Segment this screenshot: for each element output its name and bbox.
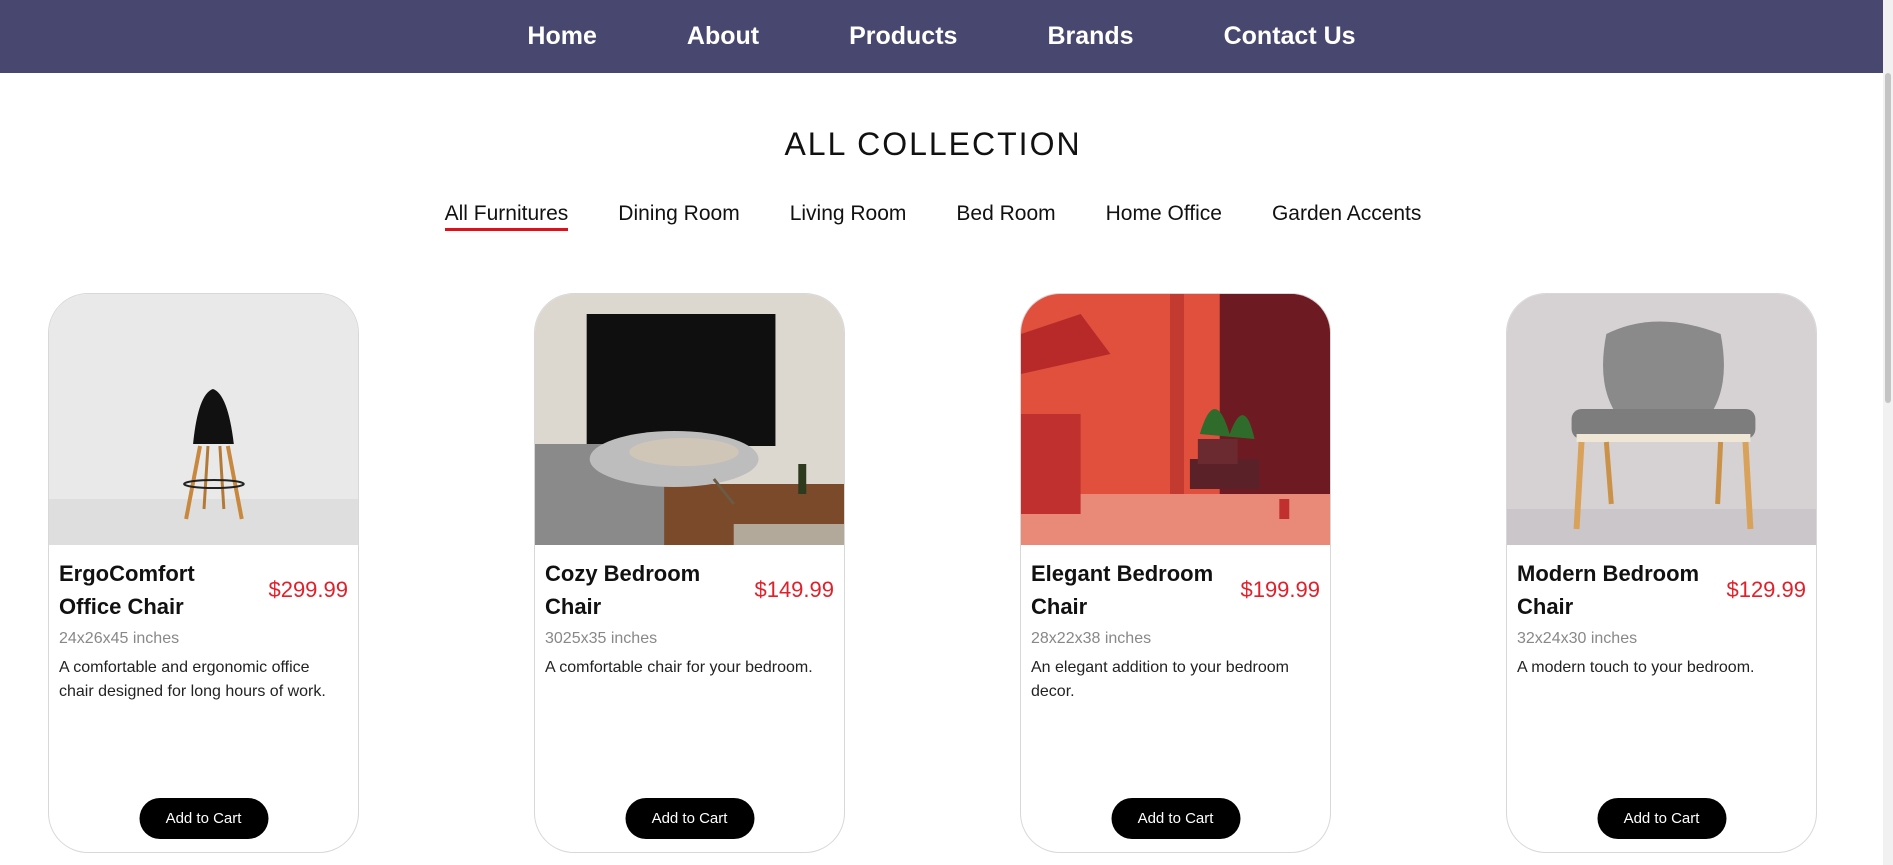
product-name: Modern Bedroom Chair [1517,561,1700,619]
add-to-cart-button[interactable]: Add to Cart [139,798,268,839]
product-card: Modern Bedroom Chair $129.99 32x24x30 in… [1506,293,1817,853]
nav-products-link[interactable]: Products [849,22,957,51]
nav-about-link[interactable]: About [687,22,759,51]
add-to-cart-button[interactable]: Add to Cart [1597,798,1726,839]
product-dimensions: 3025x35 inches [545,630,658,647]
product-card: Elegant Bedroom Chair $199.99 28x22x38 i… [1020,293,1331,853]
product-card: Cozy Bedroom Chair $149.99 3025x35 inche… [534,293,845,853]
page-title: ALL COLLECTION [784,126,1082,162]
top-navigation: Home About Products Brands Contact Us [0,0,1883,73]
product-dimensions: 28x22x38 inches [1031,630,1152,647]
add-to-cart-button[interactable]: Add to Cart [1111,798,1240,839]
nav-brands-link[interactable]: Brands [1047,22,1133,51]
nav-contact-link[interactable]: Contact Us [1224,22,1356,51]
filter-all-furnitures[interactable]: All Furnitures [444,202,569,231]
product-image[interactable] [1021,294,1330,545]
product-card: ErgoComfort Office Chair $299.99 24x26x4… [48,293,359,853]
filter-dining-room[interactable]: Dining Room [618,202,739,231]
filter-home-office[interactable]: Home Office [1106,202,1222,231]
product-description: A modern touch to your bedroom. [1517,659,1755,676]
category-filter-bar: All Furnitures Dining Room Living Room B… [0,202,1866,231]
scrollbar-thumb[interactable] [1885,73,1891,403]
nav-home-link[interactable]: Home [527,22,596,51]
add-to-cart-button[interactable]: Add to Cart [625,798,754,839]
product-dimensions: 24x26x45 inches [59,630,180,647]
product-image[interactable] [49,294,358,545]
product-price: $129.99 [1726,577,1806,602]
page-scrollbar[interactable] [1883,0,1893,865]
product-description: A comfortable chair for your bedroom. [545,659,813,676]
product-description: A comfortable and ergonomic office chair… [59,659,326,700]
product-dimensions: 32x24x30 inches [1517,630,1638,647]
filter-bed-room[interactable]: Bed Room [956,202,1055,231]
product-price: $199.99 [1240,577,1320,602]
product-price: $299.99 [268,577,348,602]
product-image[interactable] [1507,294,1816,545]
product-image[interactable] [535,294,844,545]
product-description: An elegant addition to your bedroom deco… [1031,659,1289,700]
filter-living-room[interactable]: Living Room [790,202,907,231]
product-name: Cozy Bedroom Chair [545,561,701,619]
product-name: ErgoComfort Office Chair [59,561,195,619]
filter-garden-accents[interactable]: Garden Accents [1272,202,1421,231]
product-price: $149.99 [754,577,834,602]
product-name: Elegant Bedroom Chair [1031,561,1214,619]
